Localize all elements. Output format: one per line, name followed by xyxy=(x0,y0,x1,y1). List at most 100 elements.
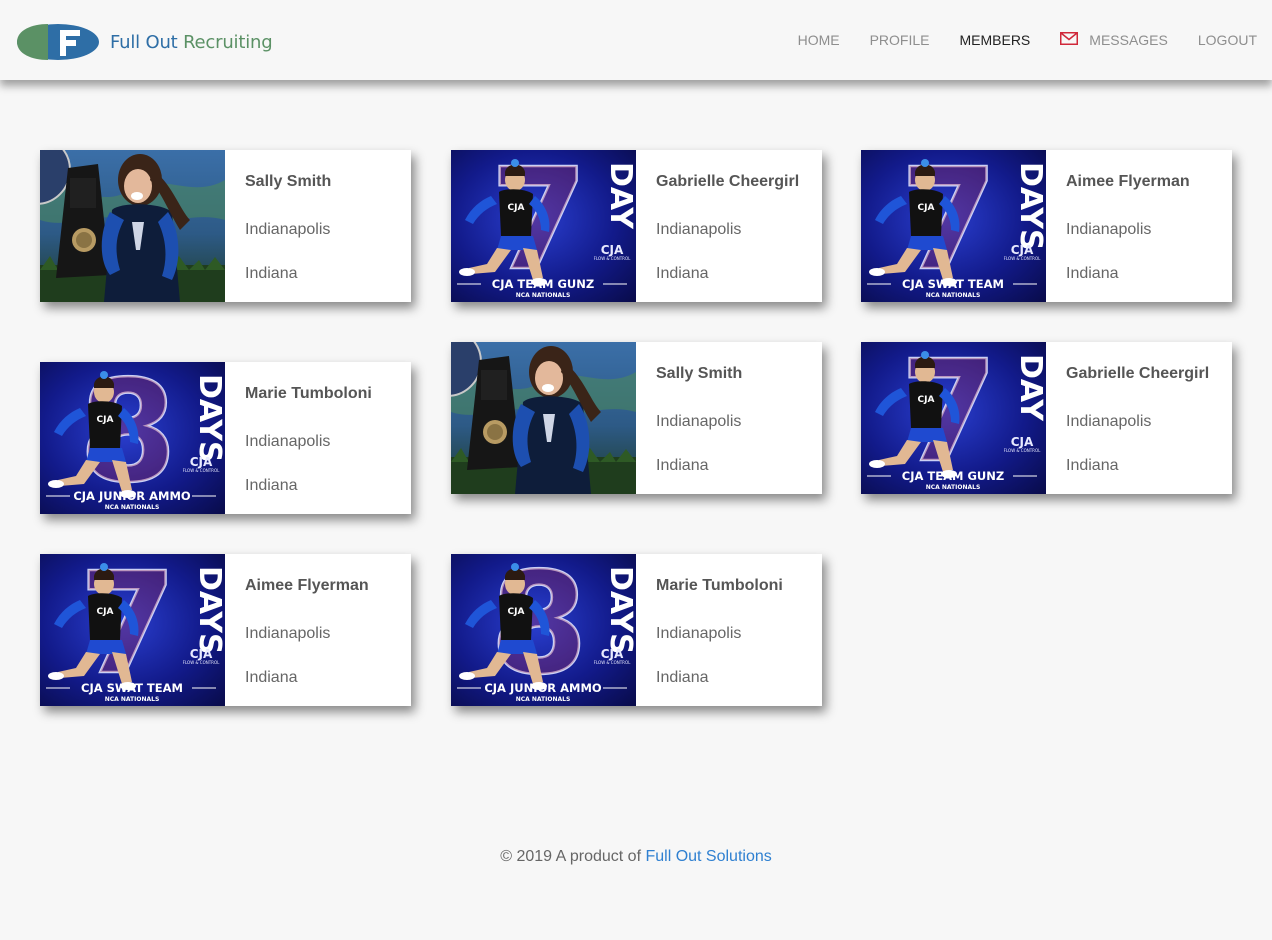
member-city: Indianapolis xyxy=(1066,221,1152,238)
member-card[interactable]: 7 7 DAY CJA FLOW & CONTROL CJA CJA TEAM … xyxy=(451,150,822,302)
member-city: Indianapolis xyxy=(245,625,331,642)
member-name[interactable]: Sally Smith xyxy=(656,365,742,383)
svg-text:NCA NATIONALS: NCA NATIONALS xyxy=(516,292,571,299)
brand-name-part1: Full Out xyxy=(110,31,184,53)
member-info: Gabrielle Cheergirl Indianapolis Indiana xyxy=(1046,342,1209,494)
svg-text:CJA: CJA xyxy=(918,203,935,213)
member-photo[interactable]: 7 7 DAY CJA FLOW & CONTROL CJA CJA TEAM … xyxy=(861,342,1046,494)
svg-text:CJA: CJA xyxy=(190,455,213,469)
member-state: Indiana xyxy=(656,265,709,282)
member-info: Gabrielle Cheergirl Indianapolis Indiana xyxy=(636,150,799,302)
brand-name-part2: Recruiting xyxy=(183,31,273,53)
svg-text:CJA: CJA xyxy=(601,647,624,661)
member-state: Indiana xyxy=(1066,457,1119,474)
member-name[interactable]: Sally Smith xyxy=(245,173,331,191)
svg-text:CJA: CJA xyxy=(97,607,114,617)
svg-text:DAY: DAY xyxy=(1013,354,1046,422)
member-info: Marie Tumboloni Indianapolis Indiana xyxy=(636,554,783,706)
svg-text:FLOW & CONTROL: FLOW & CONTROL xyxy=(183,468,220,473)
svg-text:DAY: DAY xyxy=(603,162,636,230)
svg-text:CJA: CJA xyxy=(1011,435,1034,449)
member-city: Indianapolis xyxy=(1066,413,1152,430)
nav-messages[interactable]: MESSAGES xyxy=(1060,32,1168,48)
member-city: Indianapolis xyxy=(245,433,331,450)
mail-icon xyxy=(1060,32,1079,48)
member-photo[interactable]: 7 7 DAYS CJA FLOW & CONTROL CJA CJA SWAT… xyxy=(40,554,225,706)
svg-text:FLOW & CONTROL: FLOW & CONTROL xyxy=(1004,256,1041,261)
member-card[interactable]: 8 8 DAYS CJA FLOW & CONTROL CJA CJA JUNI… xyxy=(40,362,411,514)
svg-text:CJA TEAM GUNZ: CJA TEAM GUNZ xyxy=(902,469,1004,483)
footer-link[interactable]: Full Out Solutions xyxy=(645,848,771,865)
svg-text:CJA: CJA xyxy=(97,415,114,425)
member-photo[interactable]: 8 8 DAYS CJA FLOW & CONTROL CJA CJA JUNI… xyxy=(40,362,225,514)
svg-text:FLOW & CONTROL: FLOW & CONTROL xyxy=(594,660,631,665)
footer: © 2019 A product of Full Out Solutions xyxy=(0,848,1272,866)
member-name[interactable]: Gabrielle Cheergirl xyxy=(656,173,799,191)
svg-text:NCA NATIONALS: NCA NATIONALS xyxy=(516,696,571,703)
svg-text:CJA: CJA xyxy=(508,203,525,213)
member-info: Aimee Flyerman Indianapolis Indiana xyxy=(225,554,369,706)
top-navbar: Full Out Recruiting HOME PROFILE MEMBERS… xyxy=(0,0,1272,80)
svg-text:DAYS: DAYS xyxy=(192,374,225,463)
member-card[interactable]: 7 7 DAY CJA FLOW & CONTROL CJA CJA TEAM … xyxy=(861,342,1232,494)
svg-text:DAYS: DAYS xyxy=(603,566,636,655)
svg-text:CJA: CJA xyxy=(601,243,624,257)
nav-home[interactable]: HOME xyxy=(798,32,840,48)
svg-text:NCA NATIONALS: NCA NATIONALS xyxy=(105,504,160,511)
member-info: Sally Smith Indianapolis Indiana xyxy=(225,150,331,302)
member-card[interactable]: 7 7 DAYS CJA FLOW & CONTROL CJA CJA SWAT… xyxy=(861,150,1232,302)
svg-text:CJA SWAT TEAM: CJA SWAT TEAM xyxy=(81,681,183,695)
member-photo[interactable] xyxy=(40,150,225,302)
svg-text:CJA: CJA xyxy=(508,607,525,617)
member-info: Sally Smith Indianapolis Indiana xyxy=(636,342,742,494)
member-info: Aimee Flyerman Indianapolis Indiana xyxy=(1046,150,1190,302)
member-name[interactable]: Aimee Flyerman xyxy=(1066,173,1190,191)
member-city: Indianapolis xyxy=(656,221,742,238)
member-state: Indiana xyxy=(1066,265,1119,282)
member-name[interactable]: Gabrielle Cheergirl xyxy=(1066,365,1209,383)
svg-text:FLOW & CONTROL: FLOW & CONTROL xyxy=(594,256,631,261)
member-card[interactable]: Sally Smith Indianapolis Indiana xyxy=(451,342,822,494)
svg-text:NCA NATIONALS: NCA NATIONALS xyxy=(926,484,981,491)
member-city: Indianapolis xyxy=(245,221,331,238)
svg-text:CJA: CJA xyxy=(1011,243,1034,257)
member-state: Indiana xyxy=(245,265,298,282)
member-state: Indiana xyxy=(656,457,709,474)
member-city: Indianapolis xyxy=(656,413,742,430)
nav-messages-label: MESSAGES xyxy=(1089,32,1168,48)
brand-name: Full Out Recruiting xyxy=(110,31,273,53)
member-photo[interactable]: 7 7 DAY CJA FLOW & CONTROL CJA CJA TEAM … xyxy=(451,150,636,302)
member-card[interactable]: 8 8 DAYS CJA FLOW & CONTROL CJA CJA JUNI… xyxy=(451,554,822,706)
nav-profile[interactable]: PROFILE xyxy=(870,32,930,48)
brand-logo[interactable]: Full Out Recruiting xyxy=(16,22,273,62)
svg-text:DAYS: DAYS xyxy=(1013,162,1046,251)
member-photo[interactable]: 7 7 DAYS CJA FLOW & CONTROL CJA CJA SWAT… xyxy=(861,150,1046,302)
member-info: Marie Tumboloni Indianapolis Indiana xyxy=(225,362,372,514)
member-city: Indianapolis xyxy=(656,625,742,642)
member-state: Indiana xyxy=(656,669,709,686)
svg-text:CJA: CJA xyxy=(918,395,935,405)
svg-text:FLOW & CONTROL: FLOW & CONTROL xyxy=(183,660,220,665)
svg-text:DAYS: DAYS xyxy=(192,566,225,655)
nav-members[interactable]: MEMBERS xyxy=(959,32,1030,48)
member-state: Indiana xyxy=(245,477,298,494)
svg-text:CJA JUNIOR AMMO: CJA JUNIOR AMMO xyxy=(73,489,191,503)
svg-text:CJA: CJA xyxy=(190,647,213,661)
svg-text:NCA NATIONALS: NCA NATIONALS xyxy=(926,292,981,299)
member-photo[interactable]: 8 8 DAYS CJA FLOW & CONTROL CJA CJA JUNI… xyxy=(451,554,636,706)
svg-text:CJA JUNIOR AMMO: CJA JUNIOR AMMO xyxy=(484,681,602,695)
member-card[interactable]: Sally Smith Indianapolis Indiana xyxy=(40,150,411,302)
footer-text: © 2019 A product of xyxy=(500,848,646,865)
member-name[interactable]: Marie Tumboloni xyxy=(245,385,372,403)
member-photo[interactable] xyxy=(451,342,636,494)
main-nav: HOME PROFILE MEMBERS MESSAGES LOGOUT xyxy=(768,0,1257,80)
logo-mark-icon xyxy=(17,24,99,60)
svg-text:NCA NATIONALS: NCA NATIONALS xyxy=(105,696,160,703)
member-name[interactable]: Marie Tumboloni xyxy=(656,577,783,595)
nav-logout[interactable]: LOGOUT xyxy=(1198,32,1257,48)
member-name[interactable]: Aimee Flyerman xyxy=(245,577,369,595)
member-state: Indiana xyxy=(245,669,298,686)
svg-text:CJA TEAM GUNZ: CJA TEAM GUNZ xyxy=(492,277,594,291)
svg-text:FLOW & CONTROL: FLOW & CONTROL xyxy=(1004,448,1041,453)
member-card[interactable]: 7 7 DAYS CJA FLOW & CONTROL CJA CJA SWAT… xyxy=(40,554,411,706)
